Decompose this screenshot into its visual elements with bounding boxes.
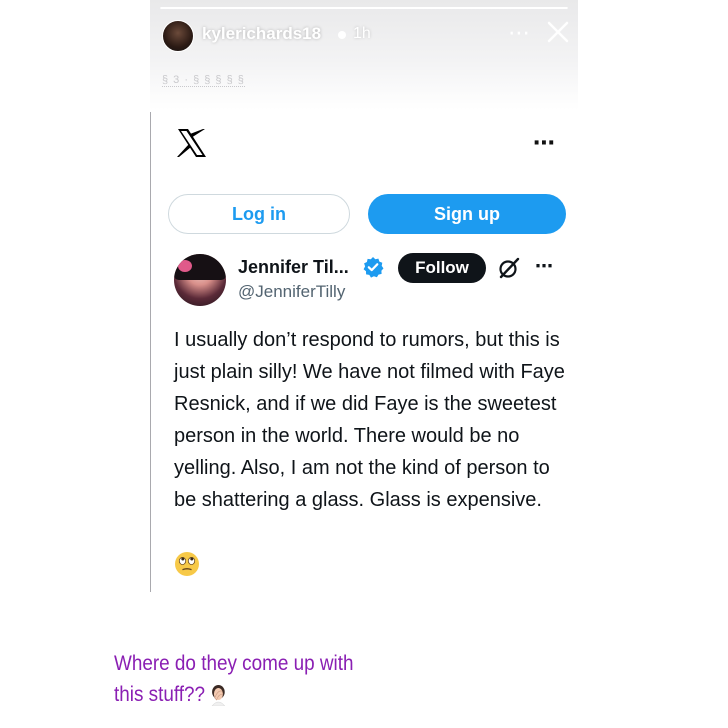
story-username[interactable]: kylerichards18 <box>202 24 321 44</box>
author-avatar[interactable] <box>174 254 226 306</box>
story-caption: Where do they come up with this stuff?? <box>114 648 384 710</box>
ellipsis-icon[interactable]: ⋯ <box>508 20 531 46</box>
avatar-flower <box>178 260 192 272</box>
card-more-icon[interactable]: ⋯ <box>533 130 556 156</box>
story-time-ago: 1h <box>353 25 371 42</box>
author-display-name[interactable]: Jennifer Til... <box>238 257 349 278</box>
caption-text: Where do they come up with this stuff?? <box>114 652 354 706</box>
follow-button[interactable]: Follow <box>398 253 486 283</box>
story-header: kylerichards18 1h ⋯ § 3 · § § § § § <box>150 0 578 110</box>
story-link-label: § 3 · § § § § § <box>162 74 245 87</box>
woman-facepalming-icon <box>211 685 226 706</box>
author-handle[interactable]: @JenniferTilly <box>238 282 345 302</box>
close-icon[interactable] <box>544 18 572 46</box>
login-button[interactable]: Log in <box>168 194 350 234</box>
tweet-text: I usually don’t respond to rumors, but t… <box>174 329 565 511</box>
verified-badge-icon <box>363 257 384 278</box>
story-progress-fill <box>160 7 568 9</box>
separator-dot <box>338 31 346 39</box>
story-avatar[interactable] <box>162 20 194 52</box>
tweet-more-icon[interactable]: ⋯ <box>535 256 554 277</box>
grok-icon[interactable] <box>497 256 521 280</box>
face-with-rolling-eyes-icon <box>175 552 199 576</box>
story-progress-bar <box>160 7 568 9</box>
story-viewer: kylerichards18 1h ⋯ § 3 · § § § § § ⋯ Lo… <box>150 0 578 728</box>
signup-button[interactable]: Sign up <box>368 194 566 234</box>
tweet-card-border <box>150 112 151 592</box>
x-logo-icon <box>177 129 206 157</box>
